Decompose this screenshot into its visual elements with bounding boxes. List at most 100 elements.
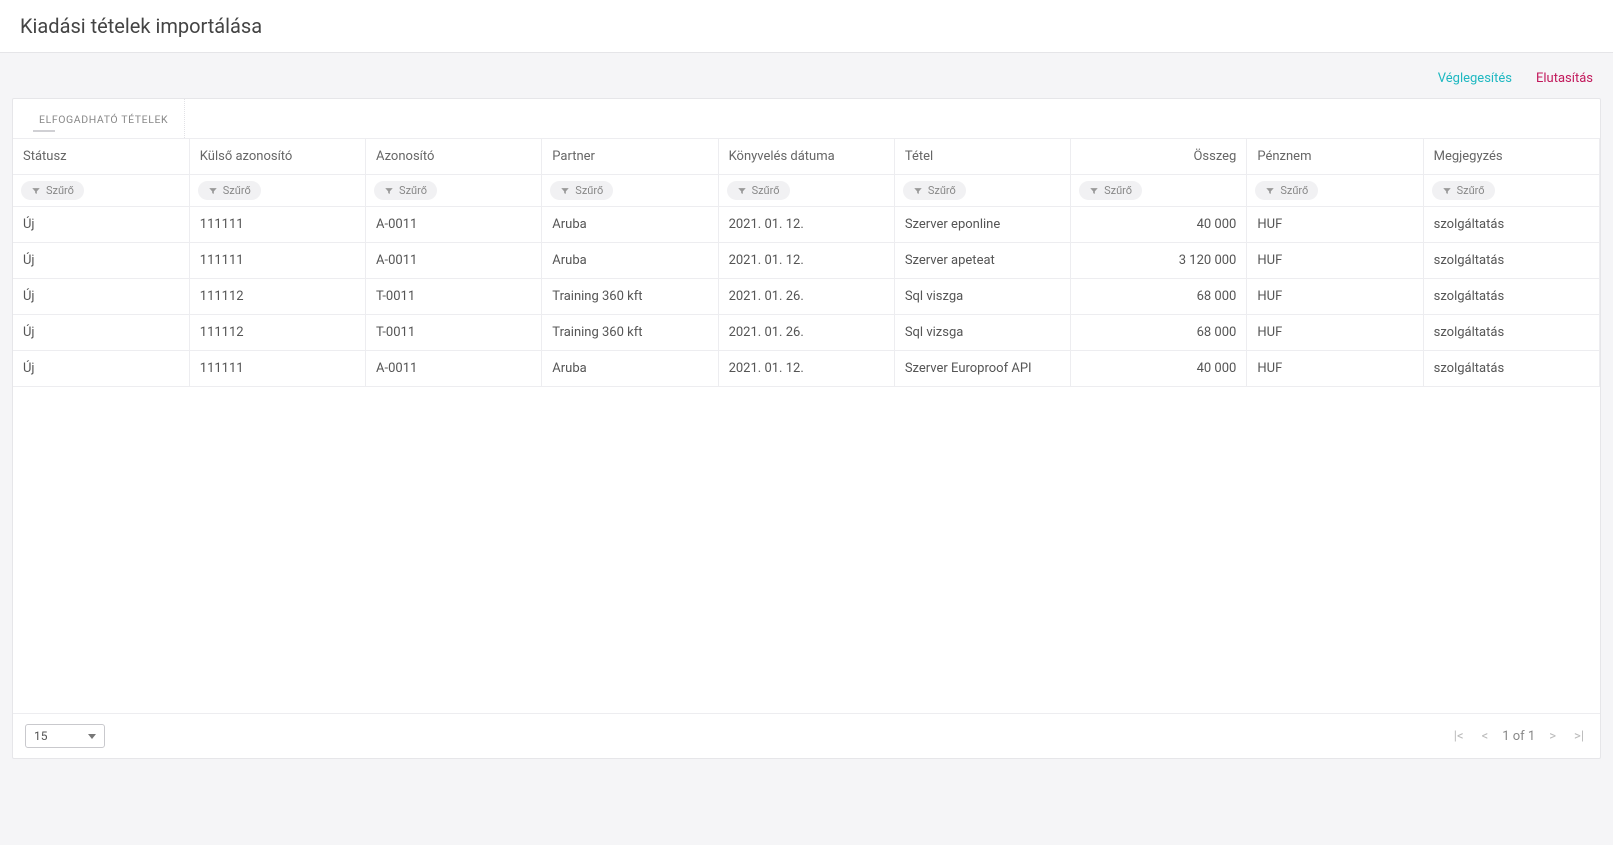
page-size-select[interactable]: 15 xyxy=(25,724,105,748)
cell-status: Új xyxy=(13,243,189,279)
filter-date[interactable]: Szűrő xyxy=(727,181,790,200)
table-empty-space xyxy=(13,387,1600,713)
filter-id[interactable]: Szűrő xyxy=(374,181,437,200)
cell-status: Új xyxy=(13,279,189,315)
filter-icon xyxy=(1089,186,1099,196)
cell-partner: Aruba xyxy=(542,351,718,387)
filter-icon xyxy=(1265,186,1275,196)
pager-first-button[interactable]: |< xyxy=(1450,727,1468,746)
col-header-status[interactable]: Státusz xyxy=(13,139,189,175)
cell-external-id: 111111 xyxy=(189,351,365,387)
table-row[interactable]: Új111112T-0011Training 360 kft2021. 01. … xyxy=(13,315,1600,351)
pager: |< < 1 of 1 > >| xyxy=(1450,727,1588,746)
filter-item[interactable]: Szűrő xyxy=(903,181,966,200)
cell-date: 2021. 01. 26. xyxy=(718,279,894,315)
filter-note[interactable]: Szűrő xyxy=(1432,181,1495,200)
table-row[interactable]: Új111111A-0011Aruba2021. 01. 12.Szerver … xyxy=(13,243,1600,279)
cell-item: Szerver Europroof API xyxy=(894,351,1070,387)
filter-currency[interactable]: Szűrő xyxy=(1255,181,1318,200)
pager-next-button[interactable]: > xyxy=(1545,727,1560,746)
cell-amount: 68 000 xyxy=(1071,315,1247,351)
cell-currency: HUF xyxy=(1247,351,1423,387)
pager-text: 1 of 1 xyxy=(1502,729,1535,744)
table-row[interactable]: Új111112T-0011Training 360 kft2021. 01. … xyxy=(13,279,1600,315)
caret-down-icon xyxy=(88,734,96,739)
cell-note: szolgáltatás xyxy=(1423,315,1599,351)
table-row[interactable]: Új111111A-0011Aruba2021. 01. 12.Szerver … xyxy=(13,207,1600,243)
page-size-value: 15 xyxy=(34,729,48,743)
col-header-amount[interactable]: Összeg xyxy=(1071,139,1247,175)
table-footer: 15 |< < 1 of 1 > >| xyxy=(13,713,1600,758)
cell-external-id: 111111 xyxy=(189,243,365,279)
cell-item: Sql vizsga xyxy=(894,315,1070,351)
col-header-currency[interactable]: Pénznem xyxy=(1247,139,1423,175)
cell-status: Új xyxy=(13,207,189,243)
filter-icon xyxy=(384,186,394,196)
cell-date: 2021. 01. 12. xyxy=(718,351,894,387)
cell-id: A-0011 xyxy=(366,207,542,243)
col-header-partner[interactable]: Partner xyxy=(542,139,718,175)
pager-prev-button[interactable]: < xyxy=(1478,727,1493,746)
cell-note: szolgáltatás xyxy=(1423,279,1599,315)
page-header: Kiadási tételek importálása xyxy=(0,0,1613,53)
col-header-note[interactable]: Megjegyzés xyxy=(1423,139,1599,175)
col-header-date[interactable]: Könyvelés dátuma xyxy=(718,139,894,175)
cell-amount: 3 120 000 xyxy=(1071,243,1247,279)
cell-status: Új xyxy=(13,315,189,351)
cell-note: szolgáltatás xyxy=(1423,243,1599,279)
filter-icon xyxy=(737,186,747,196)
cell-id: A-0011 xyxy=(366,243,542,279)
cell-partner: Aruba xyxy=(542,207,718,243)
cell-currency: HUF xyxy=(1247,315,1423,351)
cell-external-id: 111111 xyxy=(189,207,365,243)
cell-currency: HUF xyxy=(1247,279,1423,315)
cell-item: Szerver apeteat xyxy=(894,243,1070,279)
finalize-button[interactable]: Véglegesítés xyxy=(1438,71,1512,86)
col-header-id[interactable]: Azonosító xyxy=(366,139,542,175)
content-area: Véglegesítés Elutasítás ELFOGADHATÓ TÉTE… xyxy=(0,53,1613,771)
filter-external-id[interactable]: Szűrő xyxy=(198,181,261,200)
card: ELFOGADHATÓ TÉTELEK Státusz Külső azonos… xyxy=(12,98,1601,759)
table-row[interactable]: Új111111A-0011Aruba2021. 01. 12.Szerver … xyxy=(13,351,1600,387)
reject-button[interactable]: Elutasítás xyxy=(1536,71,1593,86)
cell-amount: 68 000 xyxy=(1071,279,1247,315)
cell-date: 2021. 01. 12. xyxy=(718,207,894,243)
tabs: ELFOGADHATÓ TÉTELEK xyxy=(13,99,1600,139)
filter-amount[interactable]: Szűrő xyxy=(1079,181,1142,200)
table-header-row: Státusz Külső azonosító Azonosító Partne… xyxy=(13,139,1600,175)
filter-status[interactable]: Szűrő xyxy=(21,181,84,200)
cell-id: T-0011 xyxy=(366,279,542,315)
filter-icon xyxy=(208,186,218,196)
cell-amount: 40 000 xyxy=(1071,351,1247,387)
cell-external-id: 111112 xyxy=(189,279,365,315)
items-table: Státusz Külső azonosító Azonosító Partne… xyxy=(13,139,1600,387)
cell-amount: 40 000 xyxy=(1071,207,1247,243)
cell-item: Szerver eponline xyxy=(894,207,1070,243)
filter-icon xyxy=(31,186,41,196)
cell-status: Új xyxy=(13,351,189,387)
filter-icon xyxy=(913,186,923,196)
cell-currency: HUF xyxy=(1247,207,1423,243)
cell-id: A-0011 xyxy=(366,351,542,387)
cell-external-id: 111112 xyxy=(189,315,365,351)
cell-partner: Aruba xyxy=(542,243,718,279)
tab-acceptable-items[interactable]: ELFOGADHATÓ TÉTELEK xyxy=(23,99,185,138)
filter-partner[interactable]: Szűrő xyxy=(550,181,613,200)
cell-note: szolgáltatás xyxy=(1423,207,1599,243)
filter-icon xyxy=(560,186,570,196)
cell-partner: Training 360 kft xyxy=(542,279,718,315)
cell-id: T-0011 xyxy=(366,315,542,351)
page-title: Kiadási tételek importálása xyxy=(20,14,1593,38)
filter-row: Szűrő Szűrő Szűrő Szűrő Szűrő Szűrő Szűr… xyxy=(13,175,1600,207)
table-body: Új111111A-0011Aruba2021. 01. 12.Szerver … xyxy=(13,207,1600,387)
pager-last-button[interactable]: >| xyxy=(1570,727,1588,746)
cell-partner: Training 360 kft xyxy=(542,315,718,351)
action-bar: Véglegesítés Elutasítás xyxy=(12,65,1601,98)
filter-icon xyxy=(1442,186,1452,196)
cell-date: 2021. 01. 26. xyxy=(718,315,894,351)
table-wrap: Státusz Külső azonosító Azonosító Partne… xyxy=(13,139,1600,713)
col-header-external-id[interactable]: Külső azonosító xyxy=(189,139,365,175)
cell-date: 2021. 01. 12. xyxy=(718,243,894,279)
col-header-item[interactable]: Tétel xyxy=(894,139,1070,175)
cell-note: szolgáltatás xyxy=(1423,351,1599,387)
